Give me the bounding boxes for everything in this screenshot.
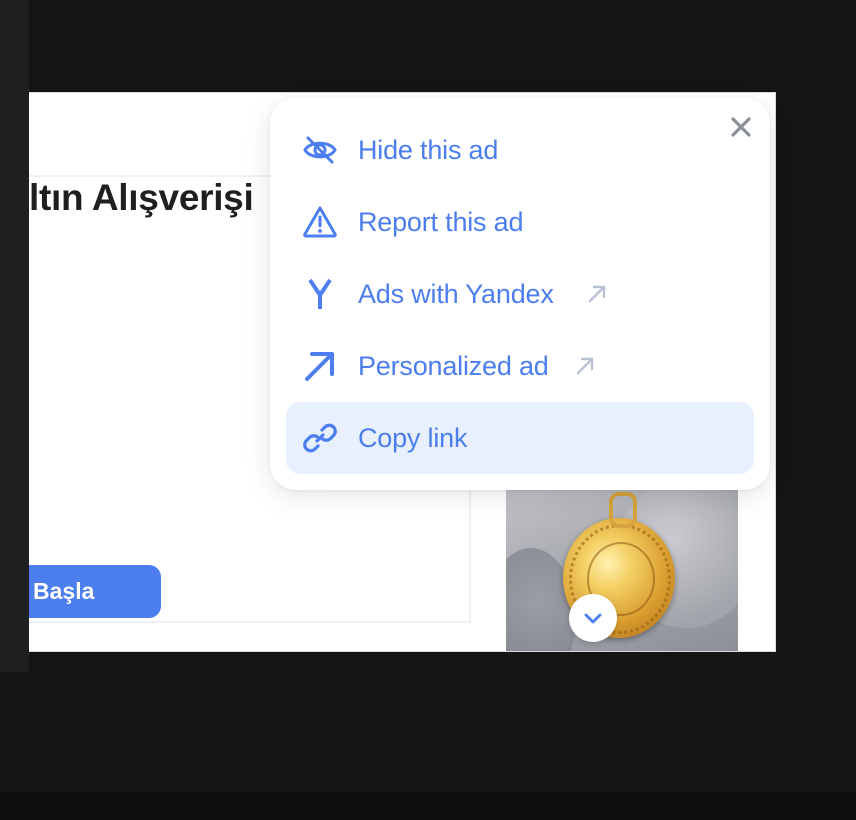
warning-icon [303, 206, 337, 238]
ad-title: ltın Alışverişi [29, 177, 254, 218]
menu-item-label: Report this ad [358, 207, 524, 237]
bottom-bar [0, 792, 856, 820]
arrow-up-right-icon [305, 352, 334, 381]
menu-item-label: Ads with Yandex [358, 279, 554, 309]
menu-item-copy-link[interactable]: Copy link [286, 402, 754, 474]
menu-item-ads-with-yandex[interactable]: Ads with Yandex [286, 258, 754, 330]
link-icon [303, 423, 337, 453]
cta-button[interactable]: Başla [29, 565, 161, 618]
chevron-down-icon [584, 613, 602, 624]
eye-off-icon [303, 136, 337, 164]
menu-item-label: Copy link [358, 423, 468, 453]
product-image-gold-coin[interactable] [506, 488, 738, 651]
external-link-icon [588, 285, 606, 303]
yandex-logo-icon [308, 278, 332, 309]
cta-button-label: Başla [33, 578, 95, 604]
menu-item-hide-ad[interactable]: Hide this ad [286, 114, 754, 186]
menu-item-personalized-ad[interactable]: Personalized ad [286, 330, 754, 402]
ad-options-menu: Hide this ad Report this ad Ads with Yan… [270, 98, 770, 490]
menu-item-label: Personalized ad [358, 351, 549, 381]
menu-item-report-ad[interactable]: Report this ad [286, 186, 754, 258]
expand-button[interactable] [569, 594, 617, 642]
external-link-icon [576, 357, 594, 375]
menu-item-label: Hide this ad [358, 135, 499, 165]
left-panel-edge [0, 0, 29, 672]
